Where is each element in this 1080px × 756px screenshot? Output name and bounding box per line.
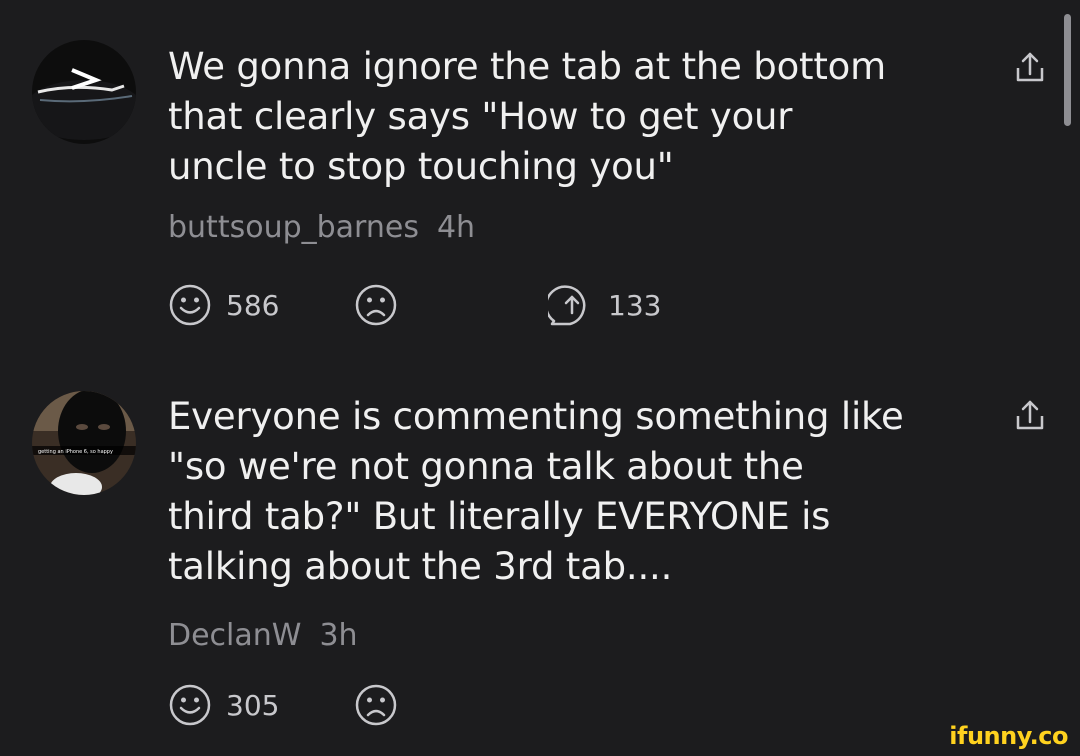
comment-actions: 305	[168, 680, 868, 730]
smile-icon	[169, 684, 211, 726]
avatar-image: getting an iPhone 6, so happy	[32, 391, 136, 495]
timestamp: 3h	[319, 618, 358, 653]
ifunny-watermark: ifunny.co	[949, 722, 1068, 750]
username[interactable]: DeclanW	[168, 618, 301, 653]
like-count: 305	[226, 688, 280, 722]
like-count: 586	[226, 288, 280, 322]
smile-button[interactable]: 305	[168, 680, 279, 730]
avatar[interactable]	[32, 40, 136, 144]
comment-text: We gonna ignore the tab at the bottom th…	[168, 45, 886, 188]
reply-icon	[548, 285, 586, 326]
frown-button[interactable]	[354, 680, 398, 730]
share-icon	[1016, 400, 1044, 430]
username[interactable]: buttsoup_barnes	[168, 210, 419, 245]
smile-icon	[169, 284, 211, 326]
smile-button[interactable]: 586	[168, 280, 279, 330]
avatar-image	[32, 40, 136, 144]
share-button[interactable]	[1010, 396, 1050, 436]
comment-meta: buttsoup_barnes 4h	[168, 210, 968, 246]
share-button[interactable]	[1010, 48, 1050, 88]
scrollbar[interactable]	[1064, 14, 1071, 126]
frown-icon	[355, 684, 397, 726]
comment-text: Everyone is commenting something like "s…	[168, 395, 904, 588]
frown-button[interactable]	[354, 280, 398, 330]
reply-button[interactable]: 133	[548, 280, 661, 330]
avatar-caption: getting an iPhone 6, so happy	[38, 449, 113, 455]
comment-meta: DeclanW 3h	[168, 618, 968, 654]
share-icon	[1016, 52, 1044, 82]
reply-count: 133	[608, 288, 662, 322]
frown-icon	[355, 284, 397, 326]
comment-actions: 586 133	[168, 280, 868, 330]
avatar[interactable]: getting an iPhone 6, so happy	[32, 391, 136, 495]
timestamp: 4h	[436, 210, 476, 245]
